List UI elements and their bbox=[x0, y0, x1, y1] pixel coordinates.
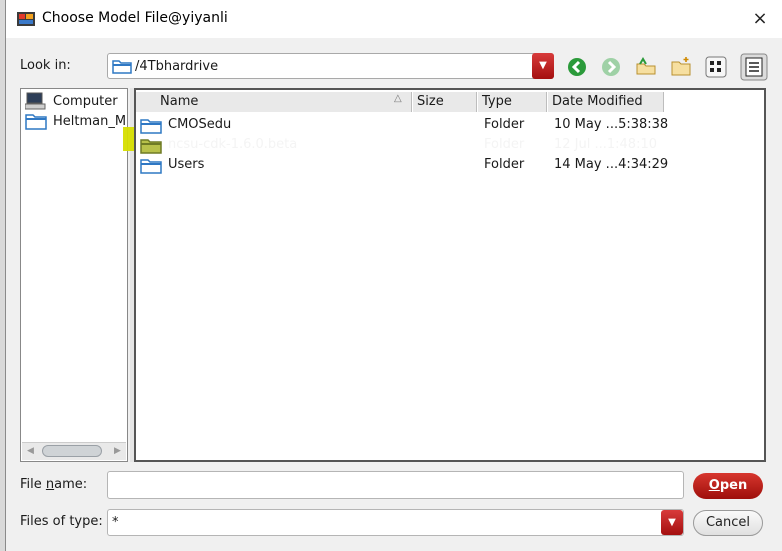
place-label: Heltman_M bbox=[53, 114, 127, 129]
forward-icon[interactable] bbox=[599, 55, 623, 79]
scroll-right-icon[interactable]: ▶ bbox=[110, 444, 125, 459]
file-name: ncsu-cdk-1.6.0.beta bbox=[168, 137, 298, 152]
files-of-type-label: Files of type: bbox=[20, 514, 103, 529]
cancel-button[interactable]: Cancel bbox=[693, 510, 763, 536]
file-name-input[interactable] bbox=[107, 471, 684, 499]
look-in-path: /4Tbhardrive bbox=[135, 59, 219, 74]
chevron-down-icon: ▼ bbox=[539, 60, 547, 71]
title-bar: Choose Model File@yiyanli × bbox=[6, 0, 782, 38]
folder-icon bbox=[112, 60, 132, 74]
open-button[interactable]: Open bbox=[693, 473, 763, 499]
file-name-label: File name: bbox=[20, 477, 88, 492]
column-header-size[interactable]: Size bbox=[413, 92, 477, 112]
look-in-dropdown-button[interactable]: ▼ bbox=[532, 53, 554, 79]
scroll-thumb[interactable] bbox=[42, 445, 102, 457]
window-title: Choose Model File@yiyanli bbox=[42, 10, 228, 26]
places-horizontal-scrollbar[interactable]: ◀ ▶ bbox=[22, 442, 126, 460]
place-label: Computer bbox=[53, 94, 118, 109]
file-type: Folder bbox=[484, 157, 525, 172]
look-in-combo[interactable]: /4Tbhardrive ▼ bbox=[107, 53, 554, 79]
column-header-date[interactable]: Date Modified bbox=[548, 92, 664, 112]
file-row[interactable]: Users Folder 14 May ...4:34:29 bbox=[138, 155, 762, 175]
file-date: 10 May ...5:38:38 bbox=[554, 117, 669, 132]
folder-icon bbox=[140, 159, 162, 174]
scroll-left-icon[interactable]: ◀ bbox=[23, 444, 38, 459]
file-list: Name △ Size Type Date Modified CMOSedu F… bbox=[134, 88, 766, 462]
back-icon[interactable] bbox=[565, 55, 589, 79]
close-icon: × bbox=[752, 8, 768, 29]
sort-ascending-icon: △ bbox=[394, 93, 402, 104]
file-row[interactable]: ncsu-cdk-1.6.0.beta Folder 12 Jul ...1:4… bbox=[138, 135, 762, 155]
folder-icon bbox=[140, 139, 162, 154]
look-in-label: Look in: bbox=[20, 58, 71, 73]
column-header-type[interactable]: Type bbox=[478, 92, 547, 112]
list-view-icon[interactable] bbox=[704, 55, 728, 79]
detail-view-icon[interactable] bbox=[740, 53, 768, 81]
file-chooser-dialog: Choose Model File@yiyanli × Look in: /4T… bbox=[5, 0, 782, 551]
file-name: CMOSedu bbox=[168, 117, 232, 132]
close-button[interactable]: × bbox=[747, 7, 773, 31]
file-type: Folder bbox=[484, 137, 525, 152]
folder-icon bbox=[25, 114, 47, 130]
new-folder-icon[interactable] bbox=[669, 55, 693, 79]
files-of-type-combo[interactable]: * ▼ bbox=[107, 509, 684, 536]
file-date: 12 Jul ...1:48:10 bbox=[554, 137, 658, 152]
file-type: Folder bbox=[484, 117, 525, 132]
parent-folder-icon[interactable] bbox=[634, 55, 658, 79]
file-name: Users bbox=[168, 157, 205, 172]
computer-icon bbox=[25, 92, 46, 110]
column-header-name[interactable]: Name △ bbox=[136, 92, 412, 112]
file-row[interactable]: CMOSedu Folder 10 May ...5:38:38 bbox=[138, 115, 762, 135]
files-of-type-dropdown-button[interactable]: ▼ bbox=[661, 510, 683, 535]
file-date: 14 May ...4:34:29 bbox=[554, 157, 669, 172]
folder-icon bbox=[140, 119, 162, 134]
places-panel: Computer Heltman_M ◀ ▶ bbox=[20, 88, 128, 462]
files-of-type-value: * bbox=[112, 515, 119, 530]
app-icon bbox=[17, 12, 35, 26]
chevron-down-icon: ▼ bbox=[668, 517, 676, 528]
